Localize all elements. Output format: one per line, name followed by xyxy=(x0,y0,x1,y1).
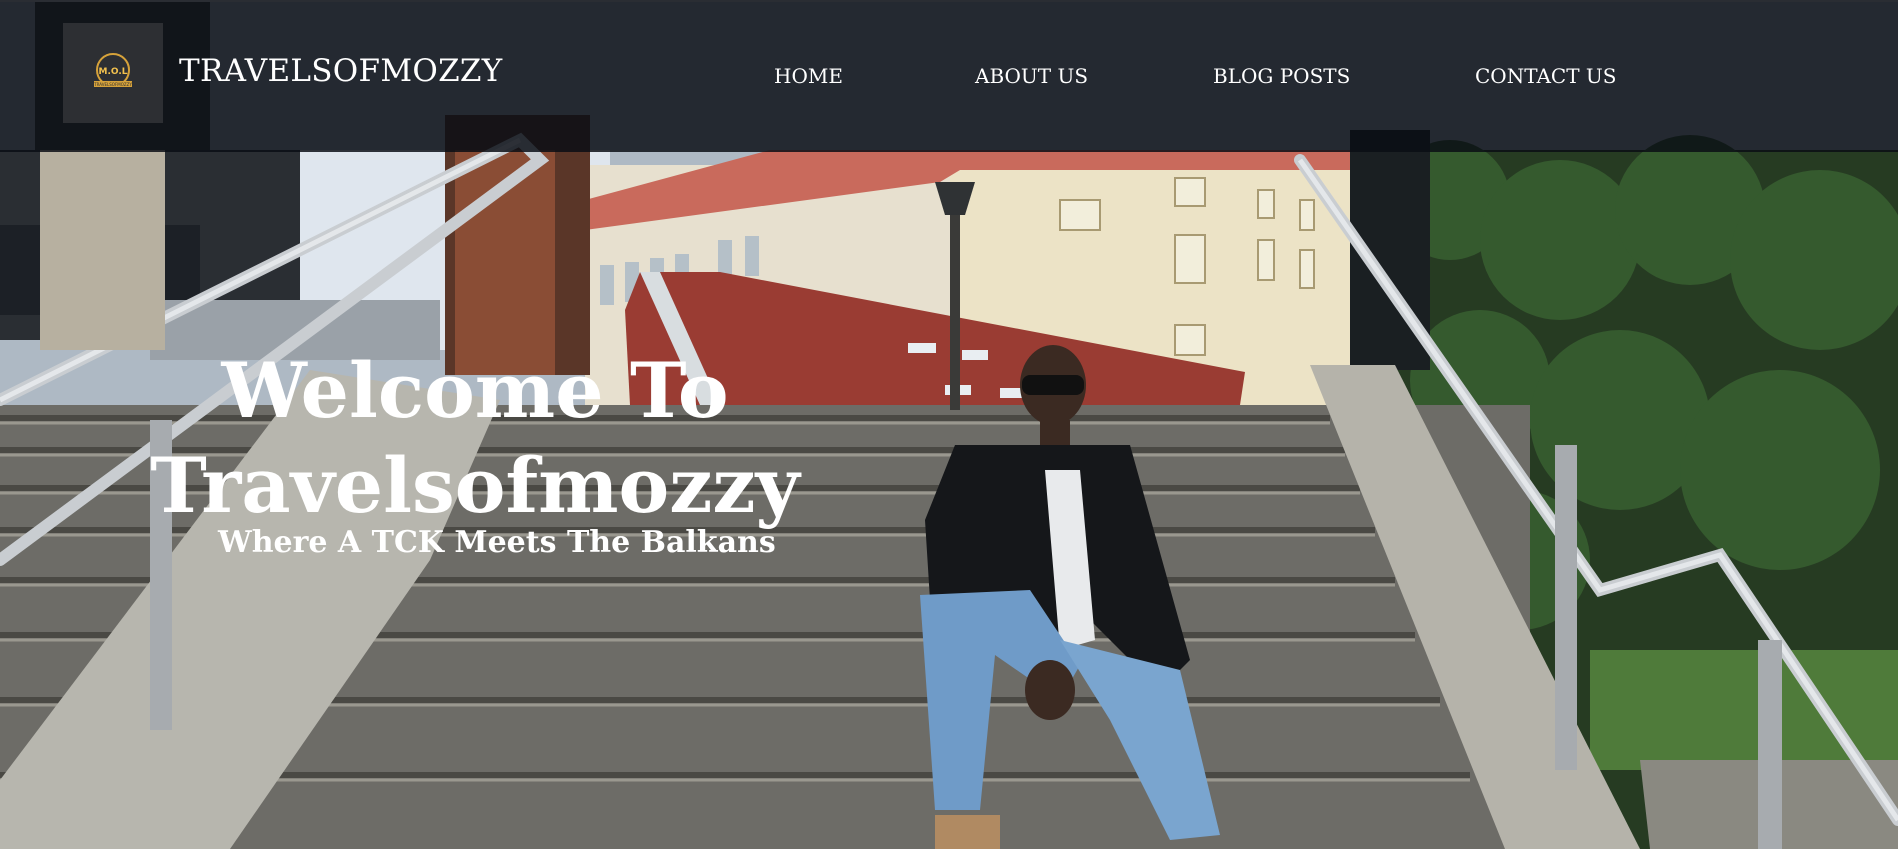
site-header: M.O.L TRAVELSOFMOZZY TRAVELSOFMOZZY HOME… xyxy=(0,2,1898,152)
nav-blog-posts-link[interactable]: BLOG POSTS xyxy=(1213,66,1350,86)
nav-contact-link[interactable]: CONTACT US xyxy=(1475,66,1616,86)
site-brand-title[interactable]: TRAVELSOFMOZZY xyxy=(179,56,503,87)
hero-title-line-1: Welcome To xyxy=(221,346,729,435)
site-logo[interactable]: M.O.L TRAVELSOFMOZZY xyxy=(63,23,163,123)
nav-home-link[interactable]: HOME xyxy=(774,66,843,86)
svg-text:M.O.L: M.O.L xyxy=(99,67,128,77)
svg-text:TRAVELSOFMOZZY: TRAVELSOFMOZZY xyxy=(93,82,132,87)
hero-subtitle: Where A TCK Meets The Balkans xyxy=(218,525,776,560)
nav-about-link[interactable]: ABOUT US xyxy=(975,66,1088,86)
hero-title-line-2: Travelsofmozzy xyxy=(150,441,800,530)
hero-section: M.O.L TRAVELSOFMOZZY TRAVELSOFMOZZY HOME… xyxy=(0,0,1898,849)
logo-emblem-icon: M.O.L TRAVELSOFMOZZY xyxy=(93,53,132,87)
hero-title: Welcome To Travelsofmozzy xyxy=(140,343,810,533)
